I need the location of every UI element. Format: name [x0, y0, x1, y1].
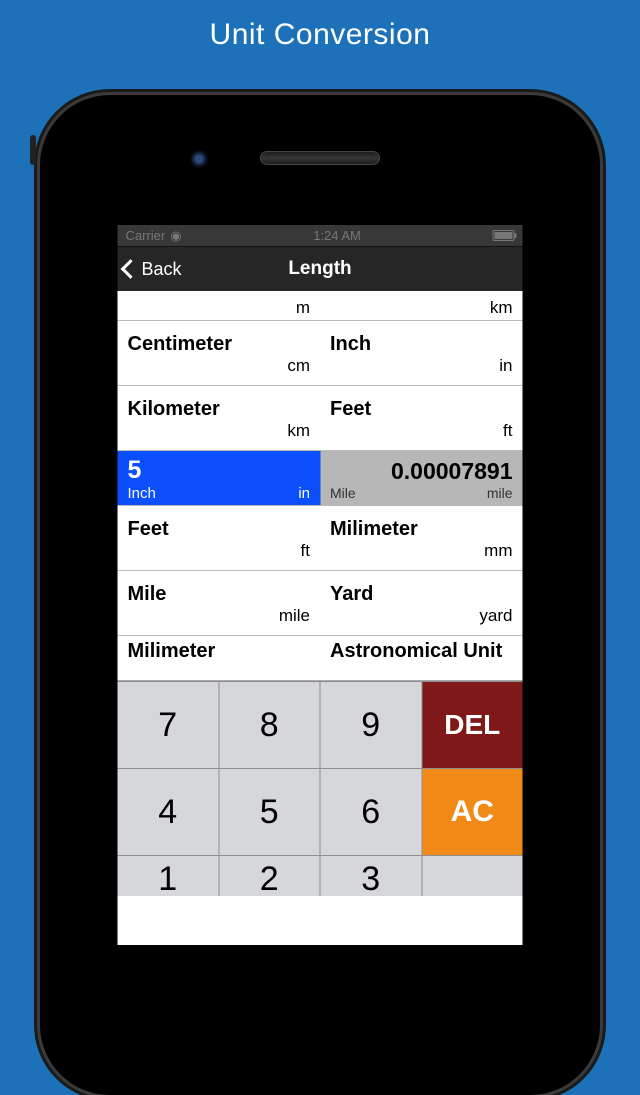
key-delete[interactable]: DEL	[422, 682, 523, 768]
speaker-grille	[260, 151, 380, 165]
from-column[interactable]: Meter m Centimeter cm Kilometer km 5 Inc…	[118, 291, 321, 680]
status-time: 1:24 AM	[313, 228, 361, 243]
battery-icon	[493, 230, 515, 241]
unit-cell[interactable]: Feet ft	[118, 506, 321, 571]
chevron-left-icon	[121, 259, 141, 279]
unit-cell[interactable]: Kilometer km	[118, 386, 321, 451]
from-value: 5	[128, 456, 311, 485]
key-5[interactable]: 5	[219, 769, 320, 855]
nav-bar: Back Length	[118, 247, 523, 291]
key-all-clear[interactable]: AC	[422, 769, 523, 855]
key-4[interactable]: 4	[118, 769, 219, 855]
unit-cell[interactable]: Kilometer km	[320, 291, 523, 321]
status-bar: Carrier ◉ 1:24 AM	[118, 225, 523, 247]
back-label: Back	[142, 259, 182, 280]
key-8[interactable]: 8	[219, 682, 320, 768]
wifi-icon: ◉	[170, 228, 181, 244]
from-unit-abbr: in	[298, 485, 310, 502]
promo-title: Unit Conversion	[0, 0, 640, 52]
unit-cell[interactable]: Milimeter mm	[118, 636, 321, 676]
camera-dot	[190, 150, 208, 168]
unit-cell[interactable]: Astronomical Unit au	[320, 636, 523, 676]
key-1[interactable]: 1	[118, 856, 219, 896]
to-column[interactable]: Kilometer km Inch in Feet ft 0.00007891 …	[320, 291, 523, 680]
key-2[interactable]: 2	[219, 856, 320, 896]
unit-columns: Meter m Centimeter cm Kilometer km 5 Inc…	[118, 291, 523, 681]
key-extra[interactable]	[422, 856, 523, 896]
key-6[interactable]: 6	[321, 769, 422, 855]
key-7[interactable]: 7	[118, 682, 219, 768]
to-value: 0.00007891	[330, 458, 513, 485]
unit-cell[interactable]: Mile mile	[118, 571, 321, 636]
from-selected-cell[interactable]: 5 Inch in	[118, 451, 321, 506]
to-selected-cell[interactable]: 0.00007891 Mile mile	[320, 451, 523, 506]
to-unit-abbr: mile	[487, 485, 513, 501]
unit-cell[interactable]: Meter m	[118, 291, 321, 321]
unit-cell[interactable]: Centimeter cm	[118, 321, 321, 386]
back-button[interactable]: Back	[118, 259, 182, 280]
unit-cell[interactable]: Yard yard	[320, 571, 523, 636]
keypad: 7 8 9 DEL 4 5 6 AC 1 2 3	[118, 681, 523, 896]
to-unit-name: Mile	[330, 485, 356, 501]
phone-frame: Carrier ◉ 1:24 AM Back Length Meter m	[40, 95, 600, 1095]
unit-cell[interactable]: Milimeter mm	[320, 506, 523, 571]
from-unit-name: Inch	[128, 485, 156, 502]
key-3[interactable]: 3	[321, 856, 422, 896]
unit-cell[interactable]: Feet ft	[320, 386, 523, 451]
unit-cell[interactable]: Inch in	[320, 321, 523, 386]
screen: Carrier ◉ 1:24 AM Back Length Meter m	[118, 225, 523, 945]
carrier-label: Carrier	[126, 228, 166, 243]
key-9[interactable]: 9	[321, 682, 422, 768]
